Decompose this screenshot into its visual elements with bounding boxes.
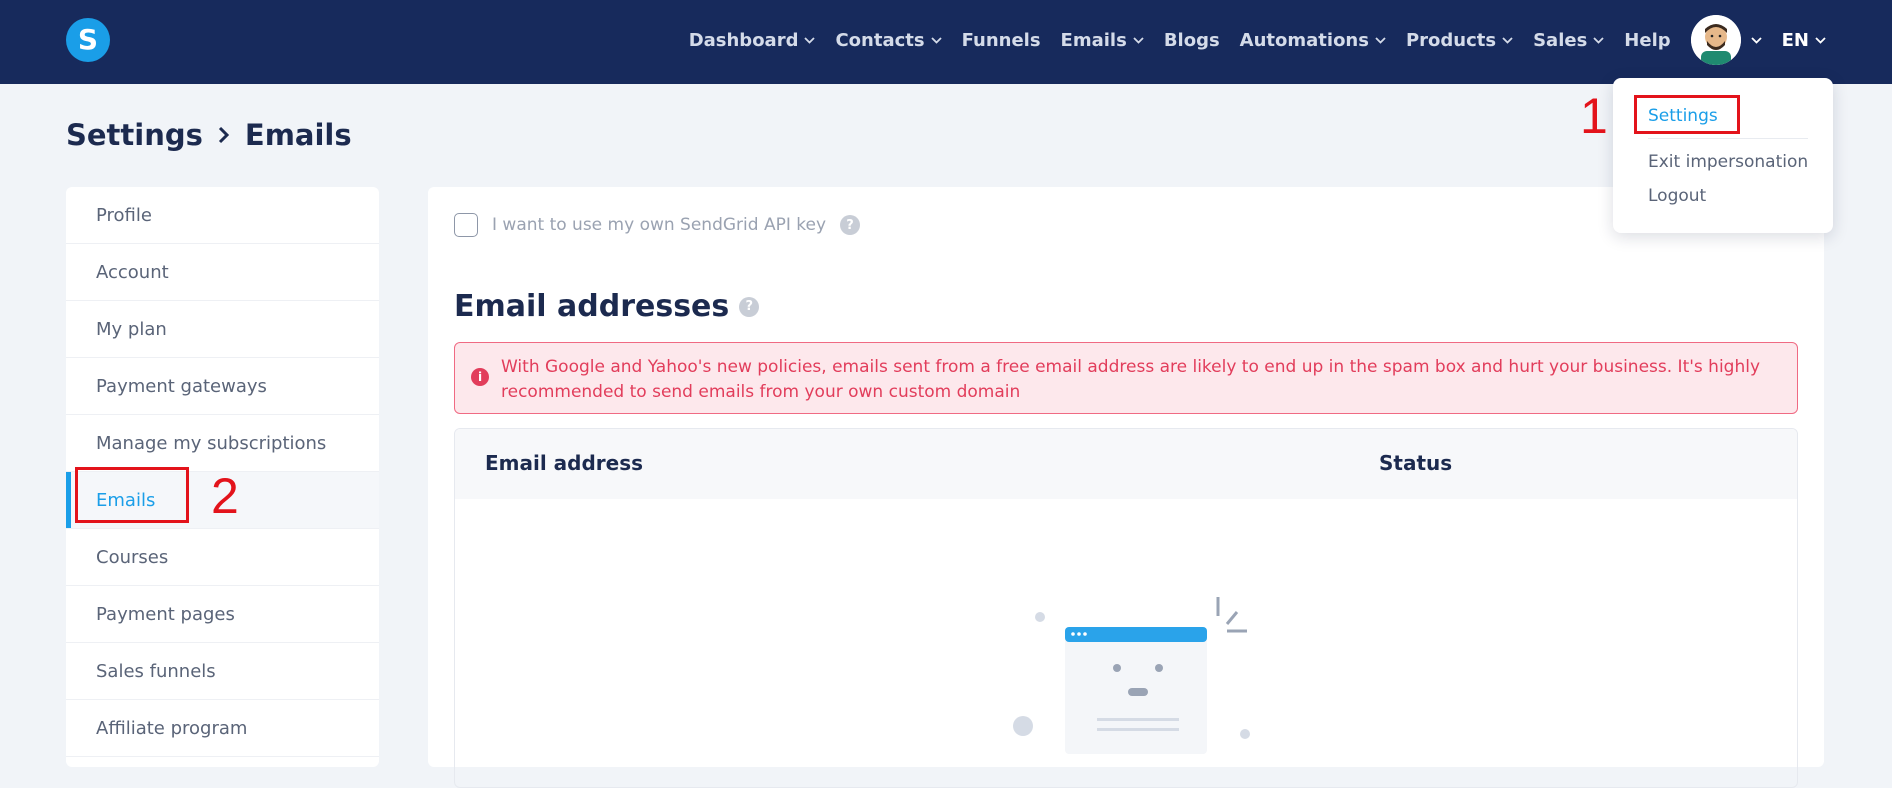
user-menu-toggle[interactable] (1690, 15, 1762, 65)
nav-products-label: Products (1405, 29, 1497, 51)
spam-warning-alert: i With Google and Yahoo's new policies, … (454, 342, 1798, 414)
sidebar-item-my-plan[interactable]: My plan (66, 301, 379, 358)
nav-emails-label: Emails (1060, 29, 1127, 51)
chevron-right-icon (217, 118, 231, 152)
chevron-down-icon (1593, 35, 1604, 46)
sidebar-item-profile[interactable]: Profile (66, 187, 379, 244)
annotation-box-emails (75, 467, 189, 523)
info-icon: i (471, 368, 489, 386)
breadcrumb-current: Emails (244, 118, 352, 152)
nav-funnels[interactable]: Funnels (962, 30, 1041, 51)
table-header: Email address Status (455, 429, 1797, 499)
alert-text: With Google and Yahoo's new policies, em… (501, 357, 1761, 402)
help-icon[interactable]: ? (739, 296, 760, 317)
nav-automations-label: Automations (1239, 29, 1369, 51)
emails-settings-panel: I want to use my own SendGrid API key ? … (428, 187, 1824, 788)
sidebar-item-courses[interactable]: Courses (66, 529, 379, 586)
sidebar-item-label: Payment pages (96, 603, 235, 625)
section-title: Email addresses ? (454, 289, 760, 324)
email-addresses-table: Email address Status (454, 428, 1798, 788)
sidebar-item-account[interactable]: Account (66, 244, 379, 301)
sidebar-item-label: Sales funnels (96, 660, 216, 682)
nav-emails[interactable]: Emails (1061, 30, 1144, 51)
annotation-number-2: 2 (211, 468, 239, 524)
sidebar-item-sales-funnels[interactable]: Sales funnels (66, 643, 379, 700)
chevron-down-icon (1375, 35, 1386, 46)
annotation-number-1: 1 (1580, 88, 1608, 144)
column-header-email: Email address (485, 451, 644, 475)
chevron-down-icon (930, 35, 942, 46)
chevron-down-icon (1502, 35, 1513, 46)
user-avatar-icon (1690, 15, 1741, 65)
top-navigation-bar: S Dashboard Contacts Funnels Emails Blog… (0, 0, 1892, 84)
sidebar-item-label: Profile (96, 204, 152, 226)
help-icon[interactable]: ? (840, 215, 861, 235)
nav-help[interactable]: Help (1624, 30, 1670, 51)
avatar[interactable] (1690, 15, 1741, 65)
nav-sales-label: Sales (1533, 29, 1588, 51)
nav-blogs-label: Blogs (1163, 29, 1220, 51)
chevron-down-icon (804, 35, 816, 46)
help-glyph: ? (745, 299, 754, 314)
chevron-down-icon (1750, 35, 1762, 46)
annotation-box-settings (1634, 95, 1740, 134)
chevron-down-icon (1815, 35, 1826, 46)
nav-sales[interactable]: Sales (1533, 30, 1604, 51)
sendgrid-option: I want to use my own SendGrid API key ? (454, 213, 861, 237)
language-selector[interactable]: EN (1782, 30, 1826, 51)
nav-dashboard[interactable]: Dashboard (689, 30, 816, 51)
breadcrumb: Settings Emails (66, 118, 352, 152)
sidebar-item-label: Payment gateways (96, 375, 267, 397)
sidebar-item-label: Account (96, 261, 169, 283)
nav-contacts-label: Contacts (835, 29, 925, 51)
nav-help-label: Help (1624, 29, 1671, 51)
nav-products[interactable]: Products (1406, 30, 1513, 51)
nav-funnels-label: Funnels (961, 29, 1041, 51)
menu-divider (1648, 138, 1808, 139)
sidebar-item-affiliate-program[interactable]: Affiliate program (66, 700, 379, 757)
sendgrid-checkbox[interactable] (454, 213, 478, 237)
menu-item-logout[interactable]: Logout (1648, 186, 1706, 206)
column-header-status: Status (1379, 451, 1453, 475)
menu-item-exit-impersonation[interactable]: Exit impersonation (1648, 152, 1808, 172)
sendgrid-label[interactable]: I want to use my own SendGrid API key (492, 215, 826, 235)
chevron-down-icon (1133, 35, 1144, 46)
logo-letter: S (77, 23, 99, 56)
sidebar-item-label: My plan (96, 318, 167, 340)
sidebar-item-payment-pages[interactable]: Payment pages (66, 586, 379, 643)
sidebar-item-label: Affiliate program (96, 717, 248, 739)
empty-state-illustration (1005, 594, 1265, 758)
help-glyph: ? (846, 217, 854, 233)
sidebar-item-payment-gateways[interactable]: Payment gateways (66, 358, 379, 415)
sidebar-item-label: Courses (96, 546, 169, 568)
breadcrumb-root[interactable]: Settings (66, 118, 203, 152)
nav-contacts[interactable]: Contacts (835, 29, 942, 51)
sidebar-item-manage-subscriptions[interactable]: Manage my subscriptions (66, 415, 379, 472)
app-logo[interactable]: S (66, 18, 110, 62)
info-glyph: i (477, 369, 483, 384)
nav-automations[interactable]: Automations (1240, 30, 1386, 51)
nav-dashboard-label: Dashboard (688, 29, 799, 51)
nav-blogs[interactable]: Blogs (1164, 30, 1220, 51)
language-label: EN (1781, 29, 1809, 51)
sidebar-item-label: Manage my subscriptions (96, 432, 327, 454)
email-addresses-heading: Email addresses (454, 289, 730, 324)
main-nav: Dashboard Contacts Funnels Emails Blogs … (689, 0, 1826, 80)
